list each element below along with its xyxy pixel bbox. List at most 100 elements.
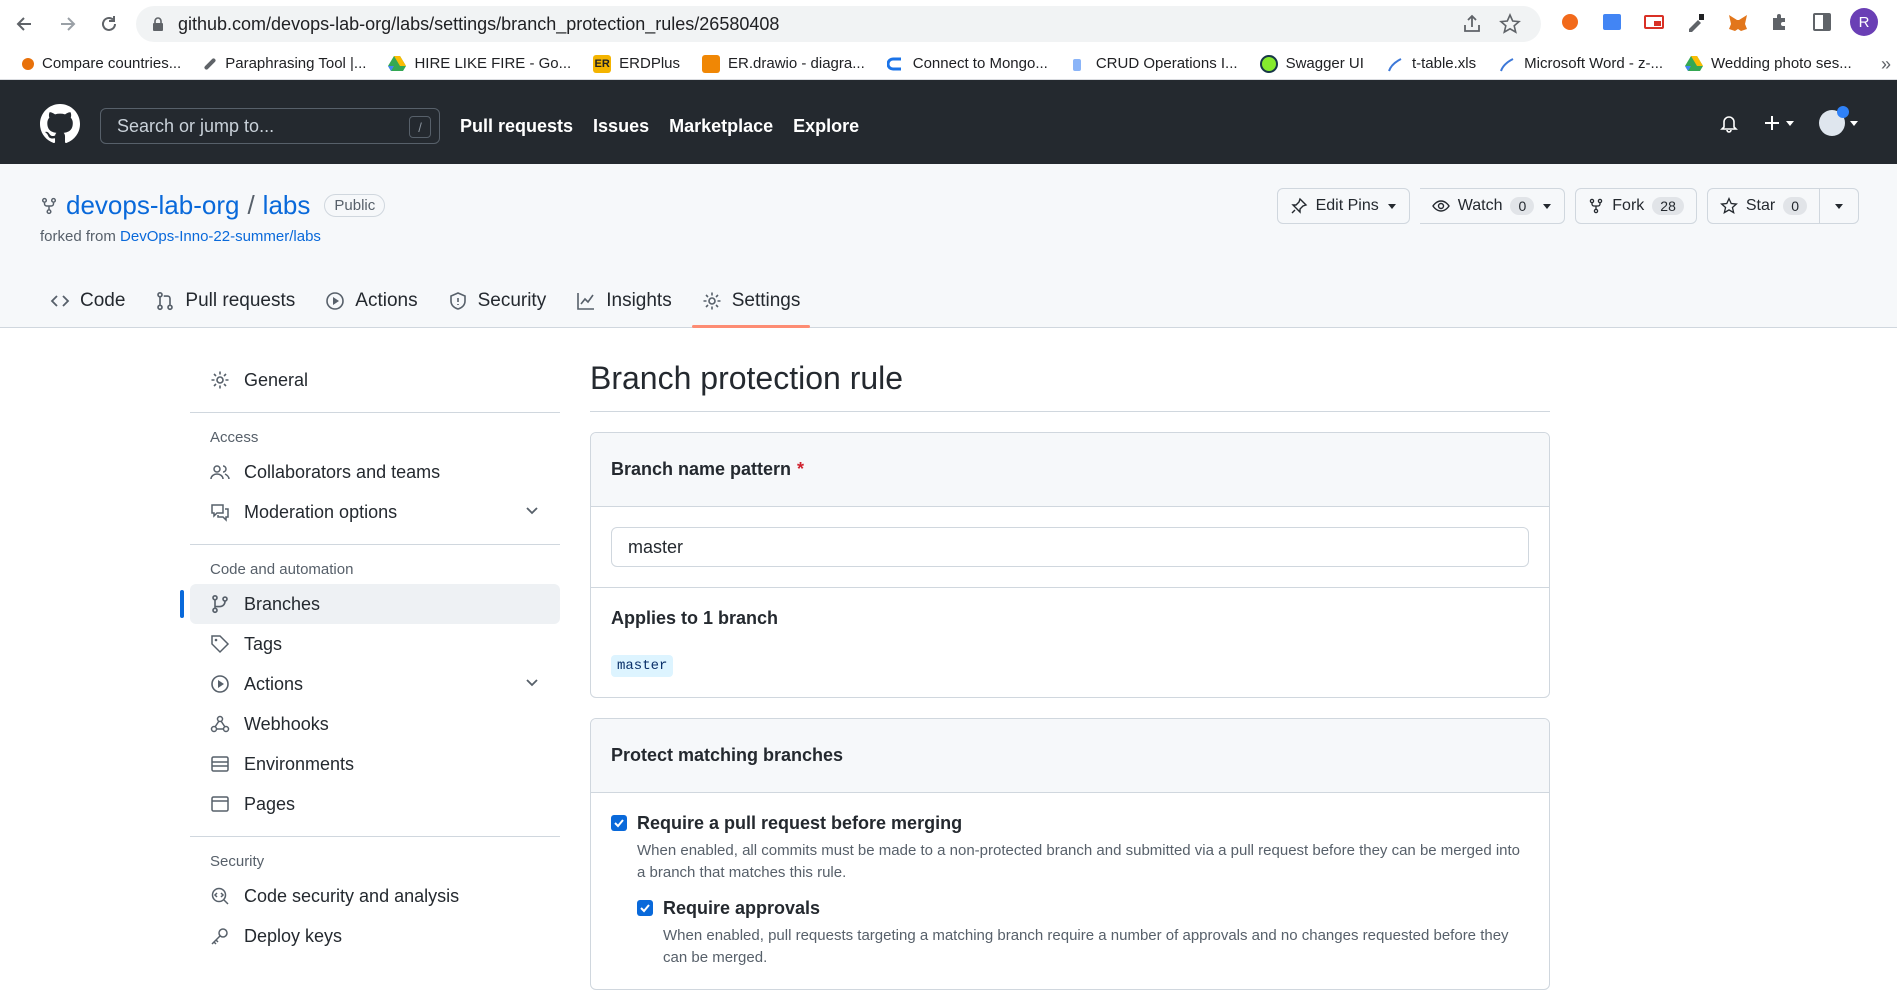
edit-pins-button[interactable]: Edit Pins	[1276, 188, 1410, 224]
nav-marketplace[interactable]: Marketplace	[669, 116, 773, 137]
bookmark-item[interactable]: HIRE LIKE FIRE - Go...	[388, 55, 571, 73]
reload-icon[interactable]	[92, 7, 126, 41]
bookmark-item[interactable]: ER ERDPlus	[593, 54, 680, 73]
translate-icon[interactable]	[1598, 8, 1626, 36]
play-icon	[210, 674, 230, 694]
word-favicon-icon	[1498, 55, 1516, 73]
create-new-plus-icon[interactable]	[1763, 114, 1795, 132]
tab-pull-requests[interactable]: Pull requests	[145, 274, 305, 328]
sidebar-item-actions[interactable]: Actions	[190, 664, 560, 704]
nav-issues[interactable]: Issues	[593, 116, 649, 137]
branch-name-pattern-input[interactable]	[611, 527, 1529, 567]
bookmark-star-icon[interactable]	[1499, 13, 1521, 35]
bookmark-item[interactable]: Swagger UI	[1259, 54, 1364, 73]
branch-pattern-box: Branch name pattern * Applies to 1 branc…	[590, 432, 1550, 698]
chevron-down-icon	[1834, 201, 1844, 211]
header-actions	[1719, 106, 1859, 136]
repo-forked-icon	[40, 197, 58, 215]
git-branch-icon	[210, 594, 230, 614]
sidebar-divider	[190, 412, 560, 413]
nav-explore[interactable]: Explore	[793, 116, 859, 137]
search-input[interactable]: Search or jump to... /	[100, 108, 440, 144]
sidebar-item-webhooks[interactable]: Webhooks	[190, 704, 560, 744]
sidebar-item-pages[interactable]: Pages	[190, 784, 560, 824]
browser-profile-avatar[interactable]: R	[1850, 8, 1878, 36]
visibility-badge: Public	[324, 194, 386, 217]
repo-actions: Edit Pins Watch 0 Fork 28 Star 0	[1276, 188, 1859, 224]
sidebar-heading-access: Access	[210, 429, 259, 446]
bookmark-item[interactable]: Wedding photo ses...	[1685, 55, 1852, 73]
main-content: Branch protection rule Branch name patte…	[590, 360, 1550, 990]
rule-description: When enabled, pull requests targeting a …	[663, 927, 1509, 966]
watch-button[interactable]: Watch 0	[1419, 188, 1566, 224]
star-list-dropdown[interactable]	[1820, 188, 1859, 224]
side-panel-icon[interactable]	[1808, 8, 1836, 36]
bookmark-item[interactable]: t-table.xls	[1386, 55, 1476, 73]
bookmark-item[interactable]: Compare countries...	[22, 55, 181, 72]
key-icon	[210, 926, 230, 946]
chevron-down-icon[interactable]	[524, 502, 540, 518]
repo-owner-link[interactable]: devops-lab-org	[66, 190, 239, 221]
applies-to-label: Applies to 1 branch	[611, 608, 779, 628]
bookmark-item[interactable]: Paraphrasing Tool |...	[203, 55, 366, 72]
repo-title: devops-lab-org / labs Public	[40, 190, 386, 221]
browser-page-icon	[210, 794, 230, 814]
sidebar-item-collaborators[interactable]: Collaborators and teams	[190, 452, 560, 492]
rule-require-pull-request: Require a pull request before merging Wh…	[611, 813, 1529, 969]
sidebar-item-branches[interactable]: Branches	[180, 584, 560, 624]
erdplus-icon: ER	[593, 54, 612, 73]
more-bookmarks-chevron-icon[interactable]: »	[1881, 54, 1891, 75]
sidebar-item-moderation[interactable]: Moderation options	[190, 492, 560, 532]
sidebar-item-environments[interactable]: Environments	[190, 744, 560, 784]
extensions-puzzle-icon[interactable]	[1766, 8, 1794, 36]
drawio-icon	[702, 54, 721, 73]
branch-chip[interactable]: master	[611, 655, 674, 677]
tab-insights[interactable]: Insights	[566, 274, 681, 328]
applies-to-row: Applies to 1 branch master	[591, 588, 1549, 697]
extension-orange-icon[interactable]	[1556, 8, 1584, 36]
address-bar[interactable]: github.com/devops-lab-org/labs/settings/…	[136, 6, 1541, 42]
sidebar-item-general[interactable]: General	[190, 360, 560, 400]
sidebar-item-deploy-keys[interactable]: Deploy keys	[190, 916, 560, 956]
tab-settings[interactable]: Settings	[691, 274, 811, 328]
chevron-down-icon	[1542, 201, 1552, 211]
require-pull-request-checkbox[interactable]	[611, 815, 627, 831]
sidebar-item-tags[interactable]: Tags	[190, 624, 560, 664]
repo-name-link[interactable]: labs	[263, 190, 311, 221]
protect-branches-header: Protect matching branches	[591, 719, 1549, 793]
user-avatar-menu[interactable]	[1819, 106, 1859, 136]
share-icon[interactable]	[1461, 13, 1483, 35]
chevron-down-icon[interactable]	[524, 674, 540, 690]
forked-from-link[interactable]: DevOps-Inno-22-summer/labs	[120, 228, 321, 245]
code-icon	[50, 291, 70, 311]
required-mark: *	[797, 459, 805, 479]
tab-security[interactable]: Security	[438, 274, 557, 328]
star-button[interactable]: Star 0	[1706, 188, 1820, 224]
fork-button[interactable]: Fork 28	[1575, 188, 1697, 224]
tab-actions[interactable]: Actions	[315, 274, 427, 328]
eyedropper-icon[interactable]	[1682, 8, 1710, 36]
bookmark-item[interactable]: Microsoft Word - z-...	[1498, 55, 1663, 73]
bookmark-item[interactable]: Connect to Mongo...	[886, 55, 1048, 73]
star-group: Star 0	[1706, 188, 1859, 224]
github-logo-icon[interactable]	[40, 104, 80, 144]
graph-icon	[576, 291, 596, 311]
back-arrow-icon[interactable]	[8, 7, 42, 41]
bookmark-item[interactable]: ER.drawio - diagra...	[702, 54, 865, 73]
picture-in-picture-icon[interactable]	[1640, 8, 1668, 36]
repo-header: devops-lab-org / labs Public forked from…	[0, 164, 1897, 328]
watch-count: 0	[1510, 197, 1535, 215]
sidebar-divider	[190, 836, 560, 837]
nav-pull-requests[interactable]: Pull requests	[460, 116, 573, 137]
metamask-fox-icon[interactable]	[1724, 8, 1752, 36]
sidebar-item-code-security[interactable]: Code security and analysis	[190, 876, 560, 916]
notification-bell-icon[interactable]	[1719, 113, 1739, 133]
google-drive-icon	[388, 55, 407, 73]
forked-from: forked from DevOps-Inno-22-summer/labs	[40, 228, 321, 245]
bookmark-item[interactable]: CRUD Operations I...	[1070, 55, 1238, 73]
branch-pattern-row	[591, 507, 1549, 588]
forward-arrow-icon[interactable]	[50, 7, 84, 41]
tab-code[interactable]: Code	[40, 274, 135, 328]
require-approvals-checkbox[interactable]	[637, 900, 653, 916]
chevron-down-icon	[1387, 201, 1397, 211]
